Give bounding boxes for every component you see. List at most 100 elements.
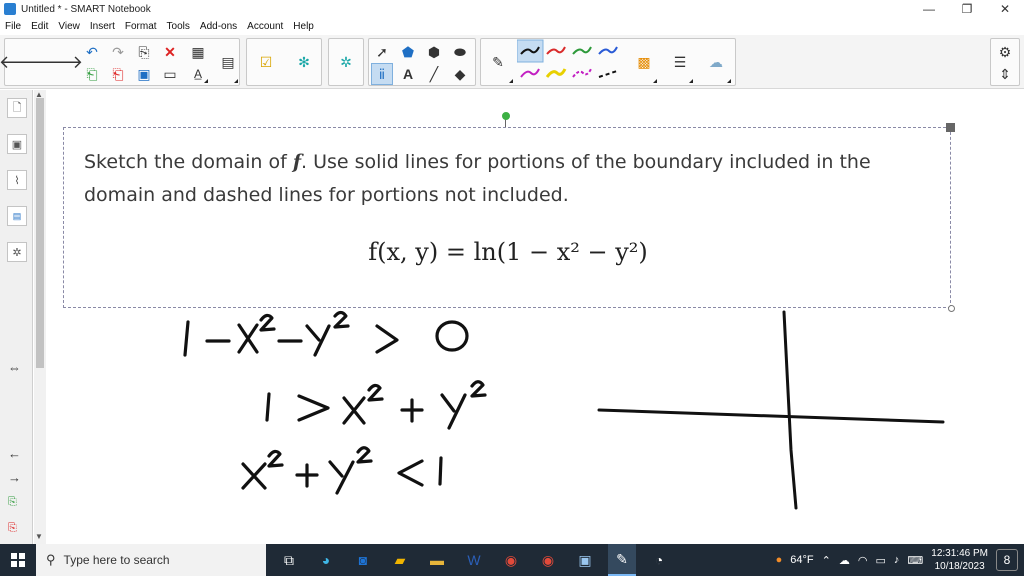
minimize-button[interactable]: —	[910, 0, 948, 18]
notifications-badge[interactable]: 8	[996, 549, 1018, 571]
file-explorer-icon[interactable]: ▬	[423, 544, 451, 576]
outlook-icon[interactable]: ◙	[349, 544, 377, 576]
word-icon[interactable]: W	[460, 544, 488, 576]
keyboard-icon[interactable]: ⌨	[907, 554, 923, 567]
vertical-scrollbar[interactable]: ▲ ▼	[34, 90, 46, 544]
pen-style-swatches	[517, 39, 618, 78]
clock-date: 10/18/2023	[934, 561, 985, 572]
color-palette-icon[interactable]: ▩	[633, 51, 655, 73]
toolbar-group-settings: ⚙ ⇕	[990, 38, 1020, 86]
files-icon[interactable]: ▰	[386, 544, 414, 576]
menu-view[interactable]: View	[53, 21, 85, 32]
gallery-icon[interactable]: ▣	[7, 134, 27, 154]
clock[interactable]: 12:31:46 PM 10/18/2023	[931, 547, 988, 573]
screen-shade-icon[interactable]: ▭	[159, 63, 181, 85]
effects-dropdown-icon[interactable]	[727, 79, 731, 83]
attachments-icon[interactable]: ⌇	[7, 170, 27, 190]
document-camera-icon[interactable]: ▤	[217, 51, 239, 73]
toolbar-group-draw: ➚ ⬟ ⬢ ⬬ ⅱ A ╱ ◆	[368, 38, 476, 86]
volume-icon[interactable]: ♪	[894, 554, 900, 566]
pen-icon[interactable]: ✎	[487, 51, 509, 73]
menu-edit[interactable]: Edit	[26, 21, 53, 32]
gear-icon[interactable]: ⚙	[994, 41, 1016, 63]
window-controls: — ❐ ✕	[910, 0, 1024, 18]
previous-page-small-icon[interactable]: ←	[8, 446, 21, 461]
search-placeholder: Type here to search	[63, 553, 170, 567]
pen-dropdown-icon[interactable]	[509, 79, 513, 83]
save-icon[interactable]: ▣	[133, 63, 155, 85]
previous-page-icon[interactable]: 🡐	[0, 39, 47, 85]
chrome-profile-icon[interactable]: ◉	[534, 544, 562, 576]
open-file-icon[interactable]: ⎗	[81, 63, 103, 85]
delete-icon[interactable]: ✕	[159, 41, 181, 63]
pens-tool-icon[interactable]: ⅱ	[371, 63, 393, 85]
response-icon[interactable]: ☑	[255, 51, 277, 73]
screen-recorder-icon[interactable]: ▣	[571, 544, 599, 576]
menu-file[interactable]: File	[0, 21, 26, 32]
snipping-tool-icon[interactable]: ◔	[645, 544, 673, 576]
cloud-icon[interactable]: ☁	[839, 554, 850, 567]
new-page-icon[interactable]: ⎘	[133, 41, 155, 63]
add-ons-panel-icon[interactable]: ✲	[7, 242, 27, 262]
toolbar-group-edit: 🡐 🡒 ↶ ↷ ⎘ ✕ ▦ ⎗ ⎗ ▣ ▭ A̲ ▤	[0, 38, 240, 86]
properties-icon[interactable]: ▤	[7, 206, 27, 226]
scroll-down-icon[interactable]: ▼	[35, 532, 43, 541]
next-page-small-icon[interactable]: →	[8, 470, 21, 485]
line-style-dropdown-icon[interactable]	[689, 79, 693, 83]
menu-format[interactable]: Format	[120, 21, 162, 32]
next-page-icon[interactable]: 🡒	[35, 39, 83, 85]
smart-notebook-taskbar-icon[interactable]: ✎	[608, 544, 636, 576]
weather-icon[interactable]: ●	[776, 554, 783, 566]
menu-insert[interactable]: Insert	[85, 21, 120, 32]
table-icon[interactable]: ▦	[187, 41, 209, 63]
delete-page-icon[interactable]: ⎘	[8, 522, 17, 535]
whiteboard-canvas[interactable]: Sketch the domain of f. Use solid lines …	[47, 90, 1024, 544]
shapes-icon[interactable]: ⬟	[397, 41, 419, 63]
display-icon[interactable]: ▭	[875, 554, 885, 567]
table-dropdown-icon[interactable]	[204, 79, 208, 83]
menu-tools[interactable]: Tools	[162, 21, 195, 32]
clock-time: 12:31:46 PM	[931, 548, 988, 559]
menu-add-ons[interactable]: Add-ons	[195, 21, 242, 32]
camera-dropdown-icon[interactable]	[234, 79, 238, 83]
add-page-icon[interactable]: ⎘	[8, 496, 17, 509]
system-tray: ● 64°F ⌃ ☁ ◠ ▭ ♪ ⌨ 12:31:46 PM 10/18/202…	[776, 544, 1024, 576]
eraser-icon[interactable]: ◆	[449, 63, 471, 85]
page-sorter-icon[interactable]: 🗋	[7, 98, 27, 118]
taskbar-search-box[interactable]: ⚲ Type here to search	[36, 544, 266, 576]
wifi-icon[interactable]: ◠	[858, 554, 868, 567]
select-arrow-icon[interactable]: ➚	[371, 41, 393, 63]
handwritten-inequality-3	[241, 446, 443, 495]
toolbar-move-icon[interactable]: ⇕	[994, 63, 1016, 85]
handwritten-inequality-2	[265, 380, 487, 430]
start-button[interactable]	[0, 544, 36, 576]
weather-temperature[interactable]: 64°F	[790, 554, 813, 566]
menu-account[interactable]: Account	[242, 21, 288, 32]
line-style-icon[interactable]: ☰	[669, 51, 691, 73]
menu-bar: File Edit View Insert Format Tools Add-o…	[0, 18, 319, 34]
close-button[interactable]: ✕	[986, 0, 1024, 18]
side-panel: 🗋 ▣ ⌇ ▤ ✲ ⇔ ← → ⎘ ⎘	[0, 90, 33, 544]
scrollbar-thumb[interactable]	[36, 98, 44, 368]
search-icon: ⚲	[46, 552, 56, 567]
fill-icon[interactable]: ⬢	[423, 41, 445, 63]
smart-notebook-icon	[4, 3, 16, 15]
edge-icon[interactable]: ◕	[312, 544, 340, 576]
menu-help[interactable]: Help	[288, 21, 319, 32]
pen-effects-icon[interactable]: ☁	[705, 51, 727, 73]
text-tool-icon[interactable]: A	[397, 63, 419, 85]
chrome-icon[interactable]: ◉	[497, 544, 525, 576]
restore-button[interactable]: ❐	[948, 0, 986, 18]
eraser-tool-icon[interactable]: ⬬	[449, 41, 471, 63]
panel-resize-icon[interactable]: ⇔	[8, 360, 21, 375]
task-view-icon[interactable]: ⧉	[275, 544, 303, 576]
paste-icon[interactable]: ⎗	[107, 63, 129, 85]
activity-builder-icon[interactable]: ✻	[293, 51, 315, 73]
redo-icon[interactable]: ↷	[107, 41, 129, 63]
chevron-up-icon[interactable]: ⌃	[822, 554, 831, 567]
add-ons-icon[interactable]: ✲	[335, 51, 357, 73]
color-dropdown-icon[interactable]	[653, 79, 657, 83]
undo-icon[interactable]: ↶	[81, 41, 103, 63]
handwritten-inequality-1	[183, 310, 469, 357]
line-tool-icon[interactable]: ╱	[423, 63, 445, 85]
